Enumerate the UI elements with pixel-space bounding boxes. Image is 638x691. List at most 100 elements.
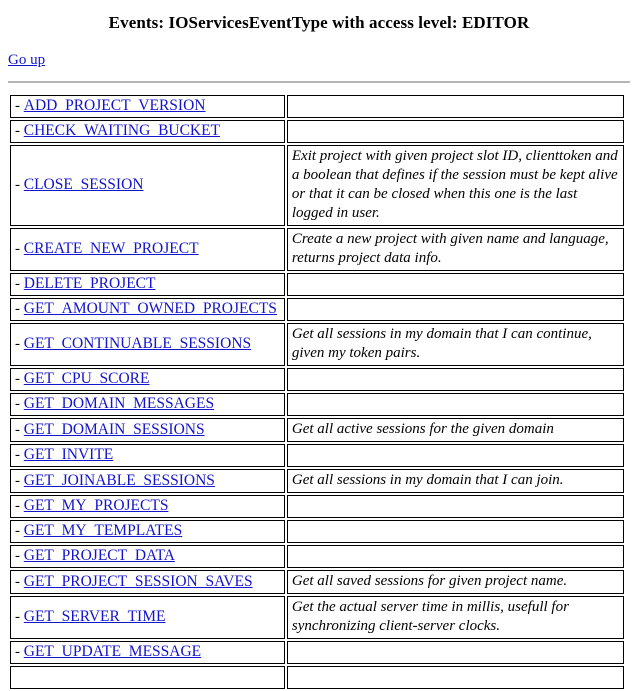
event-name-cell: - CREATE_NEW_PROJECT xyxy=(10,228,285,271)
event-name-cell: - GET_AMOUNT_OWNED_PROJECTS xyxy=(10,298,285,321)
event-name-cell: - GET_PROJECT_SESSION_SAVES xyxy=(10,570,285,594)
dash-prefix: - xyxy=(15,644,20,660)
go-up-link[interactable]: Go up xyxy=(8,52,45,68)
event-name-cell: - GET_INVITE xyxy=(10,444,285,467)
event-description-cell xyxy=(286,273,624,296)
events-table-body: - ADD_PROJECT_VERSION - CHECK_WAITING_BU… xyxy=(10,95,624,689)
event-description-cell xyxy=(286,520,624,543)
event-name-cell: - ADD_PROJECT_VERSION xyxy=(10,95,285,118)
table-row: - CLOSE_SESSION Exit project with given p… xyxy=(10,145,624,226)
events-table: - ADD_PROJECT_VERSION - CHECK_WAITING_BU… xyxy=(8,93,626,691)
dash-prefix: - xyxy=(15,523,20,539)
event-description-cell xyxy=(286,95,624,118)
dash-prefix: - xyxy=(15,241,20,257)
event-description-cell xyxy=(286,495,624,518)
table-row: - CHECK_WAITING_BUCKET xyxy=(10,120,624,143)
event-description-cell: Get all saved sessions for given project… xyxy=(286,570,624,594)
table-row: - GET_CPU_SCORE xyxy=(10,368,624,391)
table-row: - GET_DOMAIN_MESSAGES xyxy=(10,393,624,416)
event-name-cell: - GET_MY_PROJECTS xyxy=(10,495,285,518)
event-link-get-project-session-saves[interactable]: GET_PROJECT_SESSION_SAVES xyxy=(24,573,253,590)
event-description-cell xyxy=(286,545,624,568)
event-link-get-invite[interactable]: GET_INVITE xyxy=(24,446,114,463)
table-row xyxy=(10,666,624,689)
horizontal-divider xyxy=(8,81,630,83)
event-link-get-server-time[interactable]: GET_SERVER_TIME xyxy=(24,608,166,625)
event-link-get-continuable-sessions[interactable]: GET_CONTINUABLE_SESSIONS xyxy=(24,335,251,352)
event-link-add-project-version[interactable]: ADD_PROJECT_VERSION xyxy=(24,97,206,114)
event-name-cell: - GET_SERVER_TIME xyxy=(10,596,285,639)
table-row: - GET_MY_PROJECTS xyxy=(10,495,624,518)
event-description-cell: Get all sessions in my domain that I can… xyxy=(286,469,624,493)
table-row: - GET_DOMAIN_SESSIONS Get all active sess… xyxy=(10,418,624,442)
table-row: - ADD_PROJECT_VERSION xyxy=(10,95,624,118)
event-description-cell xyxy=(286,666,624,689)
event-description-text: Get all sessions in my domain that I can… xyxy=(291,326,592,361)
event-name-cell: - GET_CONTINUABLE_SESSIONS xyxy=(10,323,285,366)
event-description-text: Exit project with given project slot ID,… xyxy=(291,148,618,221)
event-description-cell xyxy=(286,641,624,664)
event-link-get-cpu-score[interactable]: GET_CPU_SCORE xyxy=(24,370,150,387)
go-up-container: Go up xyxy=(8,52,630,69)
dash-prefix: - xyxy=(15,396,20,412)
dash-prefix: - xyxy=(15,177,20,193)
table-row: - GET_INVITE xyxy=(10,444,624,467)
dash-prefix: - xyxy=(15,447,20,463)
event-description-text: Get all active sessions for the given do… xyxy=(291,421,554,437)
table-row: - GET_AMOUNT_OWNED_PROJECTS xyxy=(10,298,624,321)
event-name-cell: - DELETE_PROJECT xyxy=(10,273,285,296)
event-name-cell: - GET_MY_TEMPLATES xyxy=(10,520,285,543)
event-description-cell xyxy=(286,298,624,321)
dash-prefix: - xyxy=(15,336,20,352)
event-link-delete-project[interactable]: DELETE_PROJECT xyxy=(24,275,156,292)
event-link-get-project-data[interactable]: GET_PROJECT_DATA xyxy=(24,547,175,564)
dash-prefix: - xyxy=(15,123,20,139)
event-name-cell: - GET_DOMAIN_MESSAGES xyxy=(10,393,285,416)
event-description-cell: Exit project with given project slot ID,… xyxy=(286,145,624,226)
event-name-cell: - CLOSE_SESSION xyxy=(10,145,285,226)
dash-prefix: - xyxy=(15,609,20,625)
table-row: - GET_PROJECT_SESSION_SAVES Get all saved… xyxy=(10,570,624,594)
event-description-cell xyxy=(286,444,624,467)
table-row: - GET_JOINABLE_SESSIONS Get all sessions … xyxy=(10,469,624,493)
event-link-get-amount-owned-projects[interactable]: GET_AMOUNT_OWNED_PROJECTS xyxy=(24,300,277,317)
event-link-get-my-projects[interactable]: GET_MY_PROJECTS xyxy=(24,497,169,514)
table-row: - GET_CONTINUABLE_SESSIONS Get all sessio… xyxy=(10,323,624,366)
event-description-cell: Get all sessions in my domain that I can… xyxy=(286,323,624,366)
table-row: - CREATE_NEW_PROJECT Create a new project… xyxy=(10,228,624,271)
dash-prefix: - xyxy=(15,98,20,114)
event-description-cell: Create a new project with given name and… xyxy=(286,228,624,271)
event-link-get-domain-messages[interactable]: GET_DOMAIN_MESSAGES xyxy=(24,395,214,412)
event-link-get-joinable-sessions[interactable]: GET_JOINABLE_SESSIONS xyxy=(24,472,215,489)
table-row: - DELETE_PROJECT xyxy=(10,273,624,296)
event-link-get-my-templates[interactable]: GET_MY_TEMPLATES xyxy=(24,522,182,539)
event-name-cell: - GET_JOINABLE_SESSIONS xyxy=(10,469,285,493)
dash-prefix: - xyxy=(15,472,20,489)
dash-prefix: - xyxy=(15,548,20,564)
event-name-cell: - CHECK_WAITING_BUCKET xyxy=(10,120,285,143)
event-description-cell xyxy=(286,393,624,416)
dash-prefix: - xyxy=(15,276,20,292)
page-container: Events: IOServicesEventType with access … xyxy=(0,13,638,691)
event-name-cell xyxy=(10,666,285,689)
event-description-cell: Get all active sessions for the given do… xyxy=(286,418,624,442)
table-row: - GET_SERVER_TIME Get the actual server t… xyxy=(10,596,624,639)
event-link-create-new-project[interactable]: CREATE_NEW_PROJECT xyxy=(24,240,199,257)
table-row: - GET_MY_TEMPLATES xyxy=(10,520,624,543)
event-name-cell: - GET_PROJECT_DATA xyxy=(10,545,285,568)
dash-prefix: - xyxy=(15,498,20,514)
dash-prefix: - xyxy=(15,371,20,387)
event-link-get-update-message[interactable]: GET_UPDATE_MESSAGE xyxy=(24,643,201,660)
event-link-get-domain-sessions[interactable]: GET_DOMAIN_SESSIONS xyxy=(24,421,205,438)
event-link-check-waiting-bucket[interactable]: CHECK_WAITING_BUCKET xyxy=(24,122,220,139)
event-description-cell xyxy=(286,120,624,143)
event-name-cell: - GET_CPU_SCORE xyxy=(10,368,285,391)
dash-prefix: - xyxy=(15,301,20,317)
event-description-text: Create a new project with given name and… xyxy=(291,231,609,266)
event-name-cell: - GET_DOMAIN_SESSIONS xyxy=(10,418,285,442)
dash-prefix: - xyxy=(15,421,20,438)
event-description-text: Get all sessions in my domain that I can… xyxy=(291,472,564,488)
event-link-close-session[interactable]: CLOSE_SESSION xyxy=(24,176,144,193)
event-description-text: Get the actual server time in millis, us… xyxy=(291,599,569,634)
event-description-cell: Get the actual server time in millis, us… xyxy=(286,596,624,639)
